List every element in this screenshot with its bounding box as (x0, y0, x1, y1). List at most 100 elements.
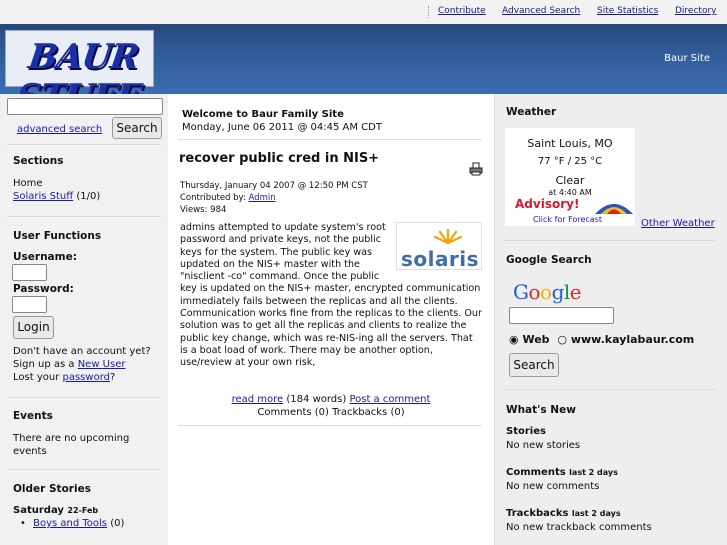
comments-label-line: Comments last 2 days (506, 466, 618, 479)
weather-city: Saint Louis, MO (527, 137, 613, 150)
password-label: Password: (13, 283, 74, 295)
solaris-logo: solaris (396, 222, 482, 270)
weather-condition: Clear (555, 174, 585, 187)
divider (7, 469, 161, 470)
older-stories-title: Older Stories (13, 483, 91, 495)
sections-title: Sections (13, 155, 64, 167)
weather-advisory: Advisory! (515, 197, 580, 211)
events-text-1: There are no upcoming (13, 433, 130, 444)
read-more-line: read more (184 words) Post a comment (168, 393, 494, 406)
new-user-link[interactable]: New User (78, 359, 126, 370)
events-text-2: events (13, 446, 47, 457)
lost-prefix: Lost your (13, 372, 60, 383)
google-search-title: Google Search (506, 254, 592, 266)
trackbacks-text: No new trackback comments (506, 522, 652, 533)
nav-site-statistics-link[interactable]: Site Statistics (597, 6, 658, 16)
radio-site[interactable]: ○ (557, 333, 567, 346)
top-navigation-bar: Contribute Advanced Search Site Statisti… (0, 0, 727, 24)
google-search-button[interactable]: Search (509, 353, 559, 377)
divider (178, 425, 482, 426)
lost-password-line: Lost your password? (13, 371, 115, 384)
username-input[interactable] (12, 264, 47, 281)
divider (7, 144, 161, 145)
read-more-link[interactable]: read more (232, 394, 284, 405)
divider (503, 240, 716, 241)
section-solaris-link[interactable]: Solaris Stuff (13, 191, 73, 202)
post-comment-link[interactable]: Post a comment (349, 394, 430, 405)
google-search-input[interactable] (509, 307, 614, 324)
radio-web-label: Web (522, 333, 550, 346)
older-item: • Boys and Tools (0) (20, 517, 124, 530)
comments-small: last 2 days (569, 468, 618, 477)
contributed-prefix: Contributed by: (180, 193, 246, 203)
welcome-heading: Welcome to Baur Family Site (182, 109, 344, 120)
search-button[interactable]: Search (112, 117, 162, 139)
site-logo[interactable]: BAUR STUFF (5, 30, 154, 117)
comments-label: Comments (506, 467, 566, 478)
nav-directory-link[interactable]: Directory (675, 6, 716, 16)
trackbacks-label: Trackbacks (506, 508, 569, 519)
weather-temp: 77 °F / 25 °C (537, 156, 603, 167)
nav-separator (428, 6, 429, 18)
article-body: solaris admins attempted to update syste… (180, 222, 482, 370)
main-content: Welcome to Baur Family Site Monday, June… (168, 94, 494, 545)
google-logo: Google (513, 280, 582, 304)
google-scope-row: ◉ Web ○ www.kaylabaur.com (509, 333, 694, 346)
word-count: (184 words) (286, 394, 347, 405)
user-functions-title: User Functions (13, 230, 102, 242)
older-date: Saturday (13, 505, 64, 516)
weather-umbrella-icon (595, 204, 633, 214)
left-sidebar: advanced search Search Sections Home Sol… (0, 94, 168, 545)
lost-suffix: ? (109, 372, 116, 383)
username-label: Username: (13, 251, 77, 263)
solaris-sun-icon (433, 228, 463, 245)
article-title[interactable]: recover public cred in NIS+ (179, 151, 379, 167)
nav-contribute-link[interactable]: Contribute (438, 6, 486, 16)
site-name: Baur Site (664, 53, 710, 64)
no-account-text: Don't have an account yet? (13, 346, 151, 357)
weather-forecast-link[interactable]: Click for Forecast (533, 215, 602, 224)
radio-site-label: www.kaylabaur.com (570, 333, 695, 346)
weather-widget[interactable]: Saint Louis, MO 77 °F / 25 °C Clear at 4… (505, 128, 635, 226)
weather-title: Weather (506, 106, 557, 118)
solaris-logo-text: solaris (400, 246, 480, 271)
stories-label: Stories (506, 426, 546, 437)
stories-text: No new stories (506, 440, 581, 451)
section-solaris-row: Solaris Stuff (1/0) (13, 190, 100, 203)
signup-line: Sign up as a New User (13, 358, 125, 371)
divider (7, 216, 161, 217)
older-item-count: (0) (110, 518, 125, 529)
right-sidebar: Weather Saint Louis, MO 77 °F / 25 °C Cl… (494, 94, 727, 545)
signup-prefix: Sign up as a (13, 359, 75, 370)
radio-web[interactable]: ◉ (509, 333, 519, 346)
search-input[interactable] (7, 98, 163, 115)
events-title: Events (13, 410, 53, 422)
current-datetime: Monday, June 06 2011 @ 04:45 AM CDT (182, 122, 382, 133)
whats-new-title: What's New (506, 404, 576, 416)
trackbacks-small: last 2 days (571, 509, 621, 518)
divider (503, 389, 716, 390)
comments-trackbacks: Comments (0) Trackbacks (0) (257, 407, 405, 418)
trackbacks-label-line: Trackbacks last 2 days (506, 507, 621, 520)
section-home[interactable]: Home (13, 177, 43, 190)
article-date: Thursday, January 04 2007 @ 12:50 PM CST (180, 181, 368, 191)
password-link[interactable]: password (63, 372, 110, 383)
divider (7, 397, 161, 398)
older-date-small: 22-Feb (67, 506, 99, 515)
older-item-link[interactable]: Boys and Tools (33, 518, 107, 529)
section-solaris-count: (1/0) (76, 191, 101, 202)
bullet-icon: • (20, 518, 26, 529)
comments-text: No new comments (506, 481, 600, 492)
nav-advanced-search-link[interactable]: Advanced Search (502, 6, 580, 16)
printer-icon[interactable] (469, 162, 483, 176)
password-input[interactable] (12, 296, 47, 313)
advanced-search-link[interactable]: advanced search (17, 123, 102, 136)
divider (178, 139, 482, 140)
author-link[interactable]: Admin (249, 193, 276, 203)
older-date-line: Saturday 22-Feb (13, 504, 98, 517)
login-button[interactable]: Login (13, 316, 54, 339)
site-banner: BAUR STUFF Baur Site (0, 24, 727, 117)
contributed-line: Contributed by: Admin (180, 192, 276, 204)
other-weather-link[interactable]: Other Weather (641, 217, 715, 230)
article-views: Views: 984 (180, 205, 227, 215)
